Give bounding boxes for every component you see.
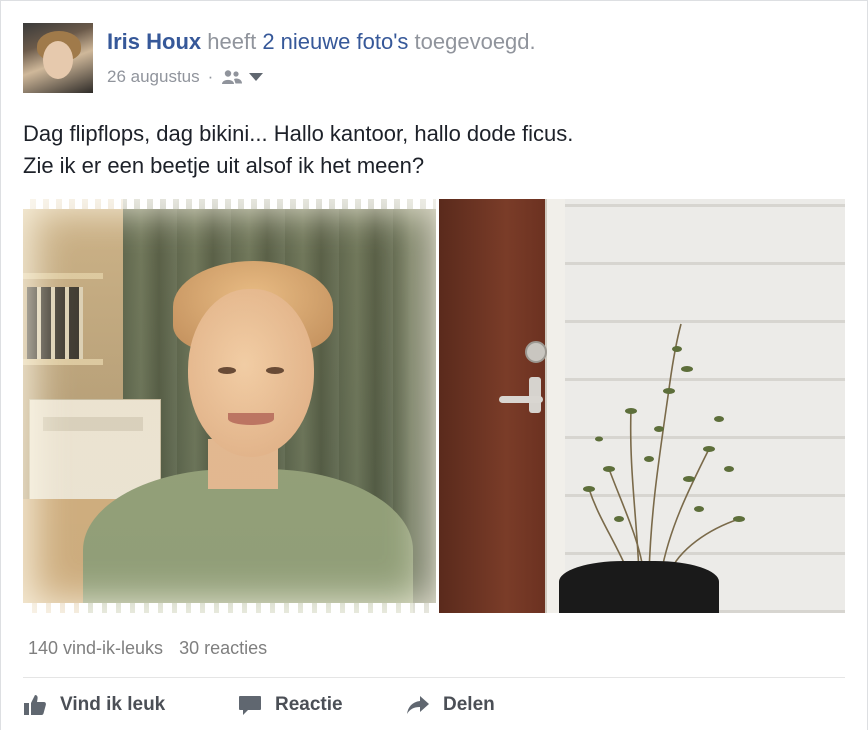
like-label: Vind ik leuk <box>60 694 166 715</box>
photo2-plant-pot <box>559 561 719 613</box>
photo-woman-portrait[interactable] <box>23 199 436 613</box>
photo1-torn-edge <box>23 199 436 209</box>
like-button[interactable]: Vind ik leuk <box>23 693 238 717</box>
photo2-ficus <box>583 323 745 575</box>
share-button[interactable]: Delen <box>406 693 495 717</box>
comment-icon <box>239 696 261 715</box>
chevron-down-icon[interactable] <box>249 73 264 81</box>
share-label: Delen <box>443 694 495 715</box>
photo2-lock <box>525 341 547 363</box>
post-header-line: Iris Houx heeft 2 nieuwe foto's toegevoe… <box>107 29 536 55</box>
meta-separator: · <box>207 67 214 86</box>
new-photos-link[interactable]: 2 nieuwe foto's <box>262 29 408 54</box>
photo1-vignette <box>23 199 436 613</box>
comment-button[interactable]: Reactie <box>238 693 406 717</box>
photo2-handle-plate <box>529 377 541 413</box>
avatar-face <box>43 41 73 79</box>
photo1-torn-edge <box>23 603 436 613</box>
author-avatar[interactable] <box>23 23 93 93</box>
share-arrow-icon <box>407 696 429 714</box>
likes-count-link[interactable]: 140 vind-ik-leuks <box>28 638 163 659</box>
comments-count-link[interactable]: 30 reacties <box>179 638 267 659</box>
message-line-1: Dag flipflops, dag bikini... Hallo kanto… <box>23 121 574 146</box>
photo2-door-frame <box>545 199 565 613</box>
message-line-2: Zie ik er een beetje uit alsof ik het me… <box>23 153 425 178</box>
photo2-door-handle <box>499 396 543 403</box>
action-prefix: heeft <box>207 29 257 54</box>
actions-divider <box>23 677 845 678</box>
photo-ficus-plant[interactable] <box>439 199 845 613</box>
post-meta: 26 augustus · <box>107 67 264 87</box>
friends-icon[interactable] <box>221 69 243 85</box>
post-message: Dag flipflops, dag bikini... Hallo kanto… <box>23 118 573 182</box>
post-actions: Vind ik leuk Reactie Delen <box>23 688 495 722</box>
post-stats: 140 vind-ik-leuks 30 reacties <box>28 638 267 659</box>
post-card: Iris Houx heeft 2 nieuwe foto's toegevoe… <box>0 0 868 730</box>
action-suffix: toegevoegd. <box>414 29 536 54</box>
comment-label: Reactie <box>275 694 343 715</box>
post-date-link[interactable]: 26 augustus <box>107 67 200 87</box>
author-name-link[interactable]: Iris Houx <box>107 29 201 54</box>
thumbs-up-icon <box>24 695 46 715</box>
